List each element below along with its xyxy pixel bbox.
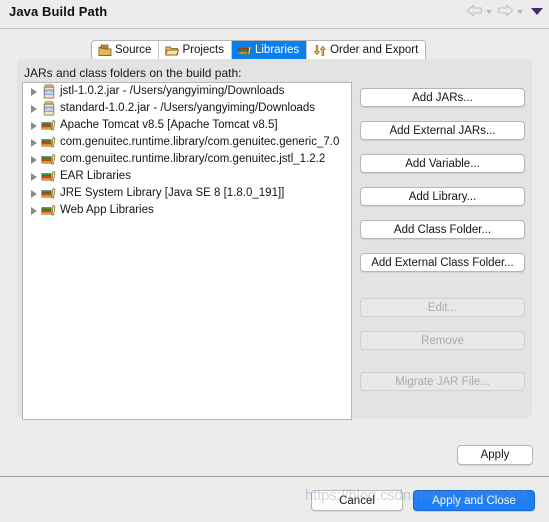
tree-row-label: standard-1.0.2.jar - /Users/yangyiming/D… <box>60 102 316 114</box>
tree-row-label: EAR Libraries <box>60 170 131 182</box>
expand-triangle-icon[interactable] <box>28 100 41 117</box>
add-class-folder-button[interactable]: Add Class Folder... <box>360 220 525 239</box>
tab-bar: Source Projects Libraries Order and Expo… <box>91 40 427 61</box>
order-export-arrows-icon <box>313 44 327 57</box>
library-icon <box>41 186 57 201</box>
back-arrow-icon[interactable] <box>466 4 483 17</box>
tab-order-and-export-label: Order and Export <box>330 44 419 56</box>
expand-triangle-icon[interactable] <box>28 83 41 100</box>
source-folder-icon <box>98 44 112 57</box>
projects-folder-icon <box>165 44 180 57</box>
tree-row-label: Web App Libraries <box>60 204 154 216</box>
tab-order-and-export[interactable]: Order and Export <box>307 41 426 60</box>
expand-triangle-icon[interactable] <box>28 151 41 168</box>
tab-libraries[interactable]: Libraries <box>231 41 308 60</box>
add-library-button[interactable]: Add Library... <box>360 187 525 206</box>
remove-button: Remove <box>360 331 525 350</box>
expand-triangle-icon[interactable] <box>28 117 41 134</box>
apply-button[interactable]: Apply <box>457 445 533 465</box>
library-icon <box>41 203 57 218</box>
tab-projects[interactable]: Projects <box>159 41 232 60</box>
tab-libraries-label: Libraries <box>254 44 300 56</box>
svg-text:010: 010 <box>45 107 53 112</box>
back-dropdown-caret-down-icon[interactable] <box>486 10 492 14</box>
tab-projects-label: Projects <box>182 44 224 56</box>
add-external-jars-button[interactable]: Add External JARs... <box>360 121 525 140</box>
tree-row[interactable]: com.genuitec.runtime.library/com.genuite… <box>23 151 351 168</box>
dialog-titlebar: Java Build Path <box>0 0 549 28</box>
library-icon <box>41 152 57 167</box>
tree-row[interactable]: JRE System Library [Java SE 8 [1.8.0_191… <box>23 185 351 202</box>
dropdown-arrow-icon[interactable] <box>531 8 543 15</box>
build-path-tree[interactable]: 010 jstl-1.0.2.jar - /Users/yangyiming/Do… <box>22 82 352 420</box>
tree-row-label: com.genuitec.runtime.library/com.genuite… <box>60 136 340 148</box>
forward-dropdown-caret-down-icon[interactable] <box>517 10 523 14</box>
add-jars-button[interactable]: Add JARs... <box>360 88 525 107</box>
expand-triangle-icon[interactable] <box>28 185 41 202</box>
expand-triangle-icon[interactable] <box>28 168 41 185</box>
apply-and-close-button[interactable]: Apply and Close <box>413 490 535 511</box>
tree-row-label: jstl-1.0.2.jar - /Users/yangyiming/Downl… <box>60 85 285 97</box>
tree-row-label: JRE System Library [Java SE 8 [1.8.0_191… <box>60 187 285 199</box>
jar-icon: 010 <box>41 84 57 99</box>
add-variable-button[interactable]: Add Variable... <box>360 154 525 173</box>
svg-text:010: 010 <box>45 90 53 95</box>
tab-source-label: Source <box>115 44 152 56</box>
tree-row-label: com.genuitec.runtime.library/com.genuite… <box>60 153 326 165</box>
tree-row[interactable]: com.genuitec.runtime.library/com.genuite… <box>23 134 351 151</box>
tree-row[interactable]: 010 standard-1.0.2.jar - /Users/yangyimin… <box>23 100 351 117</box>
library-icon <box>41 118 57 133</box>
library-action-buttons: Add JARs... Add External JARs... Add Varia… <box>360 88 525 405</box>
build-path-label: JARs and class folders on the build path… <box>24 66 242 80</box>
edit-button: Edit... <box>360 298 525 317</box>
forward-arrow-icon[interactable] <box>497 4 514 17</box>
cancel-button[interactable]: Cancel <box>311 490 403 511</box>
page-title: Java Build Path <box>9 4 108 19</box>
migrate-jar-file-button: Migrate JAR File... <box>360 372 525 391</box>
libraries-books-icon <box>238 44 252 57</box>
jar-icon: 010 <box>41 101 57 116</box>
tab-source[interactable]: Source <box>92 41 160 60</box>
tree-row[interactable]: Apache Tomcat v8.5 [Apache Tomcat v8.5] <box>23 117 351 134</box>
tree-row-label: Apache Tomcat v8.5 [Apache Tomcat v8.5] <box>60 119 278 131</box>
add-external-class-folder-button[interactable]: Add External Class Folder... <box>360 253 525 272</box>
library-icon <box>41 169 57 184</box>
expand-triangle-icon[interactable] <box>28 134 41 151</box>
tree-row[interactable]: Web App Libraries <box>23 202 351 219</box>
expand-triangle-icon[interactable] <box>28 202 41 219</box>
tree-row[interactable]: EAR Libraries <box>23 168 351 185</box>
library-icon <box>41 135 57 150</box>
navigation-icons <box>466 4 543 17</box>
tree-row[interactable]: 010 jstl-1.0.2.jar - /Users/yangyiming/Do… <box>23 83 351 100</box>
titlebar-divider <box>0 28 549 29</box>
